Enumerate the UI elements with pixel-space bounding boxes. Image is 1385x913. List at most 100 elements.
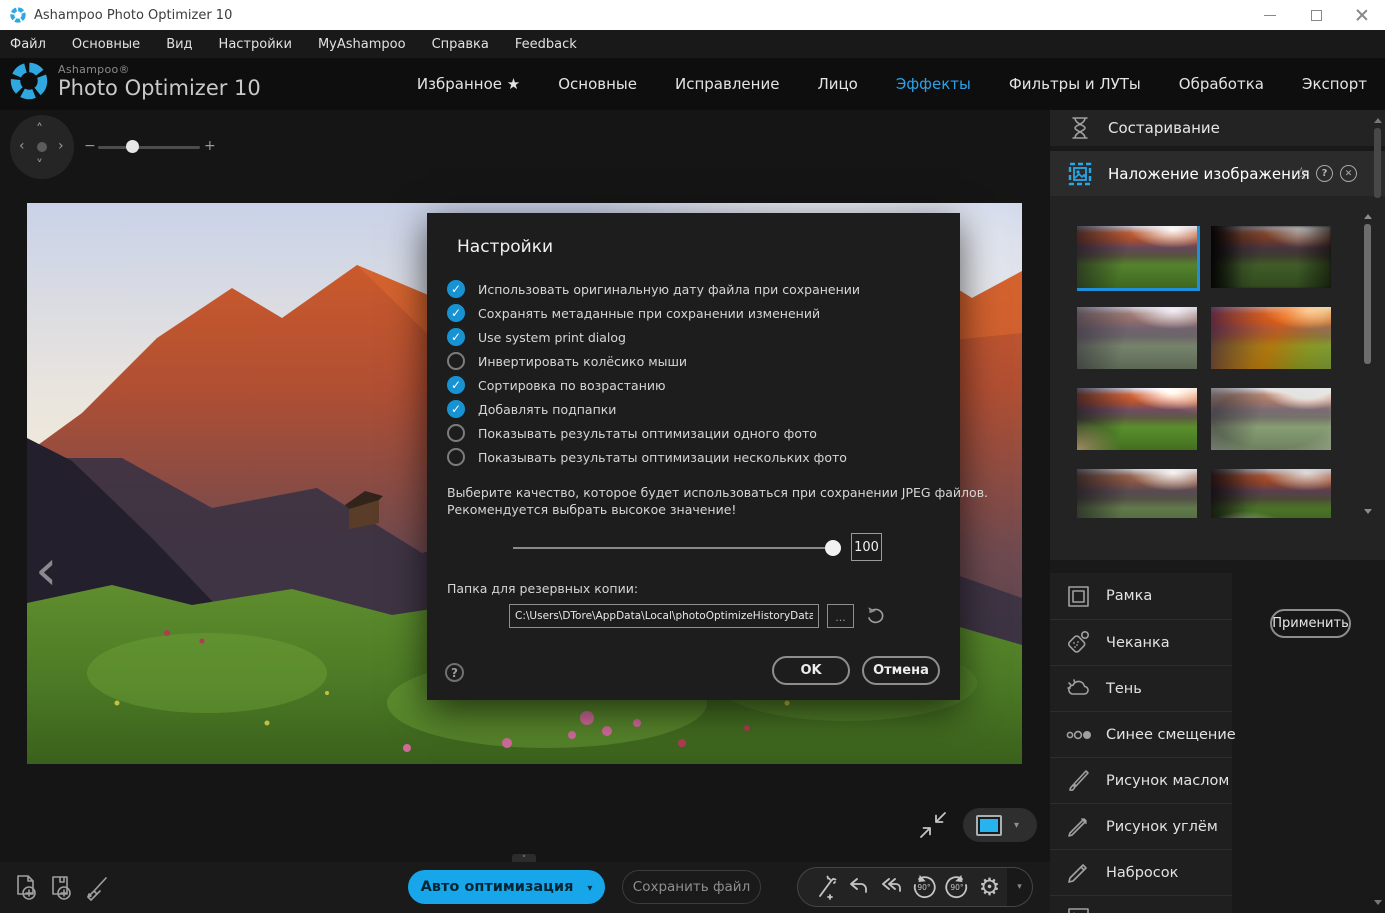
- rotate-left-icon[interactable]: 90°: [910, 873, 938, 901]
- checkbox-row-show-single-results[interactable]: ✓ Показывать результаты оптимизации одно…: [447, 423, 817, 443]
- zoom-slider-thumb[interactable]: [126, 140, 139, 153]
- effect-thumbnail-4[interactable]: [1211, 307, 1331, 369]
- effect-thumbnail-3[interactable]: [1077, 307, 1197, 369]
- sidebar-scrollbar-thumb[interactable]: [1374, 128, 1381, 198]
- auto-optimize-caret-icon[interactable]: ▾: [587, 883, 592, 894]
- zoom-slider[interactable]: − +: [84, 137, 216, 157]
- checkbox[interactable]: ✓: [447, 424, 465, 442]
- rotate-right-icon[interactable]: 90°: [943, 873, 971, 901]
- checkbox[interactable]: ✓: [447, 400, 465, 418]
- undo-icon[interactable]: [845, 874, 871, 900]
- effect-thumbnail-2[interactable]: [1211, 226, 1331, 288]
- sidebar-scroll-up-icon[interactable]: [1374, 118, 1382, 123]
- reset-path-icon[interactable]: [865, 605, 885, 625]
- tab-processing[interactable]: Обработка: [1179, 75, 1264, 93]
- previous-photo-arrow[interactable]: ‹: [35, 543, 57, 599]
- auto-optimize-button[interactable]: Авто оптимизация ▾: [408, 870, 605, 904]
- effect-item-frame[interactable]: Рамка: [1050, 573, 1232, 619]
- checkbox-row-system-print[interactable]: ✓ Use system print dialog: [447, 327, 626, 347]
- pan-right-icon[interactable]: ›: [58, 139, 64, 153]
- checkbox[interactable]: ✓: [447, 280, 465, 298]
- checkbox-row-sort-ascending[interactable]: ✓ Сортировка по возрастанию: [447, 375, 666, 395]
- favorite-star-icon[interactable]: ☆: [1294, 164, 1309, 184]
- menu-view[interactable]: Вид: [166, 37, 192, 52]
- add-folder-icon[interactable]: [47, 873, 75, 901]
- tab-face[interactable]: Лицо: [817, 75, 857, 93]
- effect-thumbnail-8[interactable]: [1211, 469, 1331, 518]
- view-mode-button[interactable]: ▾: [963, 808, 1037, 842]
- browse-folder-button[interactable]: ...: [827, 604, 854, 628]
- undo-all-icon[interactable]: [878, 874, 904, 900]
- tab-favorites[interactable]: Избранное ★: [417, 75, 520, 93]
- effect-close-icon[interactable]: ✕: [1340, 165, 1357, 182]
- menu-settings[interactable]: Настройки: [219, 37, 292, 52]
- pan-up-icon[interactable]: ˄: [36, 123, 43, 137]
- tab-basics[interactable]: Основные: [558, 75, 637, 93]
- effect-item-oil-painting[interactable]: Рисунок маслом: [1050, 757, 1232, 803]
- ok-button[interactable]: OK: [772, 656, 850, 685]
- tab-correction[interactable]: Исправление: [675, 75, 779, 93]
- checkbox[interactable]: ✓: [447, 304, 465, 322]
- checkbox[interactable]: ✓: [447, 352, 465, 370]
- save-file-button[interactable]: Сохранить файл: [622, 870, 761, 904]
- checkbox-row-show-multi-results[interactable]: ✓ Показывать результаты оптимизации неск…: [447, 447, 847, 467]
- jpeg-quality-slider[interactable]: [513, 539, 841, 557]
- effect-item-shadow[interactable]: Тень: [1050, 665, 1232, 711]
- quality-slider-thumb[interactable]: [825, 540, 841, 556]
- zoom-in-icon[interactable]: +: [204, 138, 216, 154]
- checkbox-row-add-subfolders[interactable]: ✓ Добавлять подпапки: [447, 399, 616, 419]
- effect-thumbnail-5[interactable]: [1077, 388, 1197, 450]
- checkbox[interactable]: ✓: [447, 448, 465, 466]
- scroll-down-icon[interactable]: [1364, 509, 1372, 514]
- menu-myashampoo[interactable]: MyAshampoo: [318, 37, 406, 52]
- checkbox-row-original-date[interactable]: ✓ Использовать оригинальную дату файла п…: [447, 279, 860, 299]
- minimize-button[interactable]: [1247, 0, 1293, 30]
- effect-thumbnail-6[interactable]: [1211, 388, 1331, 450]
- apply-button[interactable]: Применить: [1270, 609, 1351, 638]
- clean-list-icon[interactable]: [84, 873, 112, 901]
- view-mode-caret-icon[interactable]: ▾: [1014, 820, 1019, 831]
- checkbox[interactable]: ✓: [447, 376, 465, 394]
- dialog-help-icon[interactable]: ?: [445, 663, 464, 682]
- effect-item-sketch[interactable]: Набросок: [1050, 849, 1232, 895]
- effect-item-charcoal[interactable]: Рисунок углём: [1050, 803, 1232, 849]
- add-photo-icon[interactable]: [12, 873, 40, 901]
- tab-filters-luts[interactable]: Фильтры и ЛУТы: [1009, 75, 1141, 93]
- effect-item-blue-shift[interactable]: Синее смещение: [1050, 711, 1236, 757]
- pan-down-icon[interactable]: ˅: [36, 159, 43, 173]
- sidebar-scroll-down-icon[interactable]: [1374, 900, 1382, 905]
- pan-control[interactable]: ˄ ˅ ‹ ›: [10, 115, 74, 179]
- menu-file[interactable]: Файл: [10, 37, 46, 52]
- menu-feedback[interactable]: Feedback: [515, 37, 577, 52]
- magic-wand-icon[interactable]: [812, 874, 838, 900]
- effect-item-partial[interactable]: [1050, 895, 1232, 913]
- zoom-slider-track[interactable]: [98, 146, 200, 149]
- thumbnails-scrollbar[interactable]: [1363, 214, 1372, 514]
- sidebar-scrollbar[interactable]: [1374, 110, 1382, 913]
- checkbox[interactable]: ✓: [447, 328, 465, 346]
- cancel-button[interactable]: Отмена: [862, 656, 940, 685]
- quality-slider-track[interactable]: [513, 547, 833, 549]
- sidebar-item-image-overlay[interactable]: Наложение изображения ☆ ? ✕: [1050, 151, 1385, 196]
- checkbox-row-invert-wheel[interactable]: ✓ Инвертировать колёсико мыши: [447, 351, 687, 371]
- settings-gear-icon[interactable]: ⚙: [979, 875, 1001, 899]
- scroll-up-icon[interactable]: [1364, 214, 1372, 219]
- tab-effects[interactable]: Эффекты: [896, 75, 971, 93]
- backup-path-input[interactable]: [509, 604, 819, 628]
- effect-help-icon[interactable]: ?: [1316, 165, 1333, 182]
- effect-thumbnail-7[interactable]: [1077, 469, 1197, 518]
- scrollbar-thumb[interactable]: [1364, 224, 1371, 364]
- sidebar-item-aging[interactable]: Состаривание: [1050, 110, 1385, 146]
- tab-export[interactable]: Экспорт: [1302, 75, 1367, 93]
- menu-help[interactable]: Справка: [432, 37, 489, 52]
- maximize-button[interactable]: [1293, 0, 1339, 30]
- menu-basics[interactable]: Основные: [72, 37, 140, 52]
- zoom-out-icon[interactable]: −: [84, 138, 96, 154]
- tools-more-caret[interactable]: ▾: [1007, 867, 1033, 907]
- fit-to-screen-icon[interactable]: [918, 810, 948, 840]
- close-button[interactable]: [1339, 0, 1385, 30]
- effect-thumbnail-1[interactable]: [1077, 226, 1200, 291]
- pan-left-icon[interactable]: ‹: [19, 139, 25, 153]
- effect-item-emboss[interactable]: Чеканка: [1050, 619, 1232, 665]
- checkbox-row-keep-metadata[interactable]: ✓ Сохранять метаданные при сохранении из…: [447, 303, 820, 323]
